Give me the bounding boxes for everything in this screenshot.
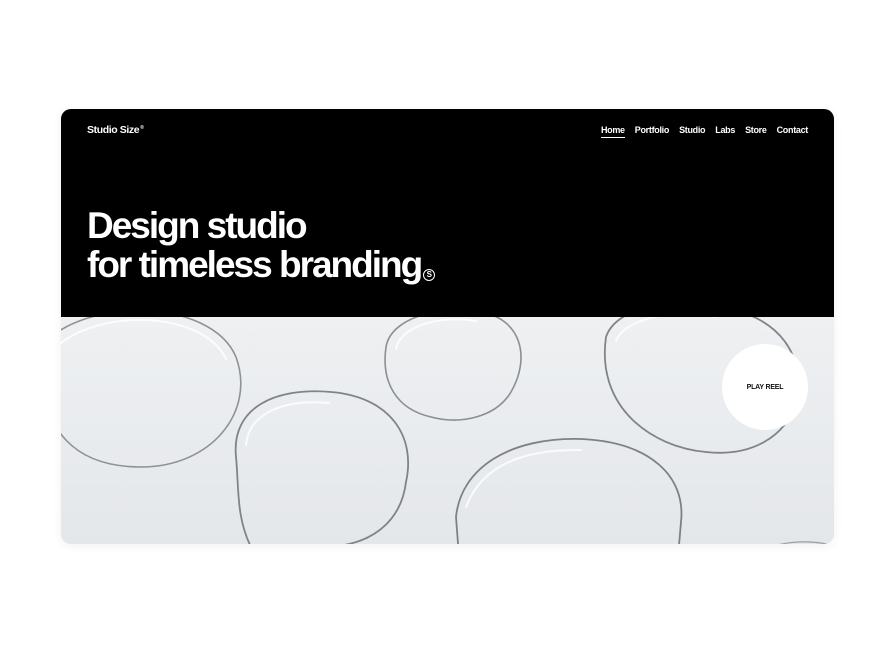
nav-home[interactable]: Home (600, 125, 625, 138)
hero-header: Studio Size® Home Portfolio Studio Labs … (61, 109, 834, 317)
headline-line-2-text: for timeless branding (87, 244, 423, 285)
nav-labs[interactable]: Labs (715, 125, 735, 138)
studio-logo[interactable]: Studio Size® (87, 124, 144, 136)
nav-portfolio[interactable]: Portfolio (635, 125, 670, 138)
headline-line-1: Design studio (87, 205, 308, 246)
nav-store[interactable]: Store (745, 125, 767, 138)
logo-registered-mark: ® (140, 124, 144, 131)
water-droplets-image (61, 317, 834, 544)
play-reel-button[interactable]: PLAY REEL (722, 344, 808, 430)
logo-text: Studio Size (87, 124, 140, 136)
hero-headline: Design studio for timeless branding S (87, 205, 436, 285)
website-frame: Studio Size® Home Portfolio Studio Labs … (61, 109, 834, 544)
nav-studio[interactable]: Studio (679, 125, 706, 138)
headline-line-2: for timeless branding S (87, 244, 436, 285)
main-nav: Home Portfolio Studio Labs Store Contact (600, 125, 809, 138)
headline-mark-icon: S (423, 269, 436, 281)
nav-contact[interactable]: Contact (777, 125, 809, 138)
